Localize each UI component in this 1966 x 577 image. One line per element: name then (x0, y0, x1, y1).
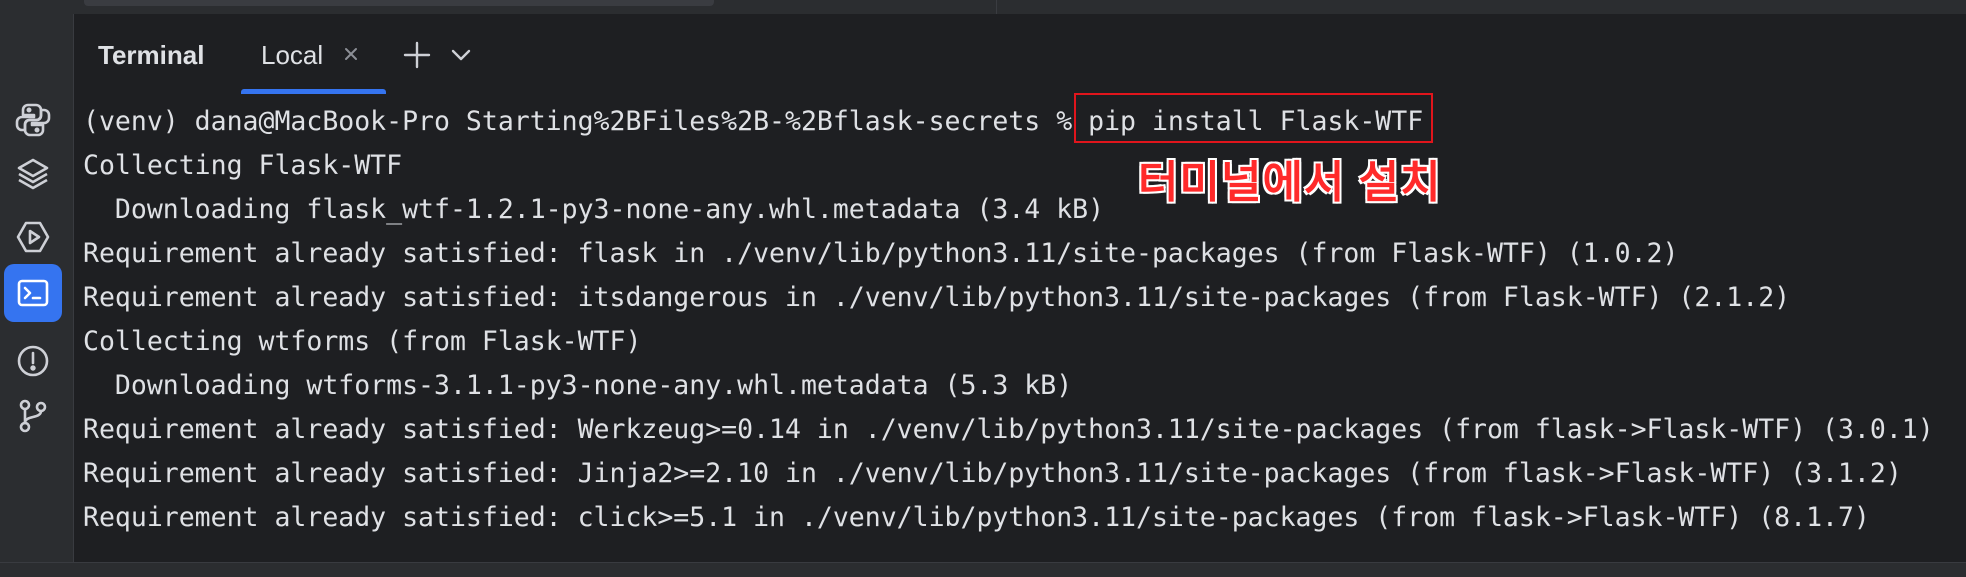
problems-button[interactable] (4, 332, 62, 390)
chevron-down-icon (451, 49, 471, 61)
output-line: Collecting Flask-WTF (83, 150, 403, 181)
git-icon (19, 399, 47, 433)
top-bar (0, 0, 1966, 15)
layers-icon (17, 158, 49, 190)
services-button[interactable] (4, 208, 62, 266)
terminal-output[interactable]: (venv) dana@MacBook-Pro Starting%2BFiles… (83, 100, 1963, 540)
output-line: Requirement already satisfied: Werkzeug>… (83, 414, 1934, 445)
divider (996, 0, 997, 14)
terminal-icon (17, 279, 49, 307)
output-line: Requirement already satisfied: itsdanger… (83, 282, 1791, 313)
python-icon (15, 103, 51, 137)
output-line: Collecting wtforms (from Flask-WTF) (83, 326, 642, 357)
output-line: Downloading flask_wtf-1.2.1-py3-none-any… (83, 194, 1105, 225)
git-button[interactable] (4, 386, 62, 444)
layers-button[interactable] (4, 145, 62, 203)
output-line: Requirement already satisfied: click>=5.… (83, 502, 1870, 533)
plus-icon (403, 41, 431, 69)
python-packages-button[interactable] (4, 91, 62, 149)
tab-label: Local (261, 40, 324, 70)
tab-local[interactable]: Local (241, 14, 386, 94)
output-line: Downloading wtforms-3.1.1-py3-none-any.w… (83, 370, 1073, 401)
prompt-line: (venv) dana@MacBook-Pro Starting%2BFiles… (83, 100, 1963, 144)
close-icon[interactable] (339, 42, 363, 66)
tool-window-sidebar (0, 14, 74, 562)
output-line: Requirement already satisfied: flask in … (83, 238, 1679, 269)
services-icon (16, 221, 50, 253)
annotation-label: 터미널에서 설치 (1137, 157, 1442, 208)
terminal-tab-bar: Terminal Local (74, 14, 1966, 94)
command-highlight-box (1074, 93, 1433, 143)
terminal-button[interactable] (4, 264, 62, 322)
new-tab-button[interactable] (400, 38, 434, 72)
problems-icon (17, 345, 49, 377)
panel-title: Terminal (98, 40, 205, 70)
output-line: Requirement already satisfied: Jinja2>=2… (83, 458, 1902, 489)
tab-options-button[interactable] (444, 38, 478, 72)
status-bar (0, 562, 1966, 577)
prompt: (venv) dana@MacBook-Pro Starting%2BFiles… (83, 106, 1089, 137)
active-tab-indicator (241, 89, 386, 94)
horizontal-scrollbar[interactable] (84, 0, 714, 6)
